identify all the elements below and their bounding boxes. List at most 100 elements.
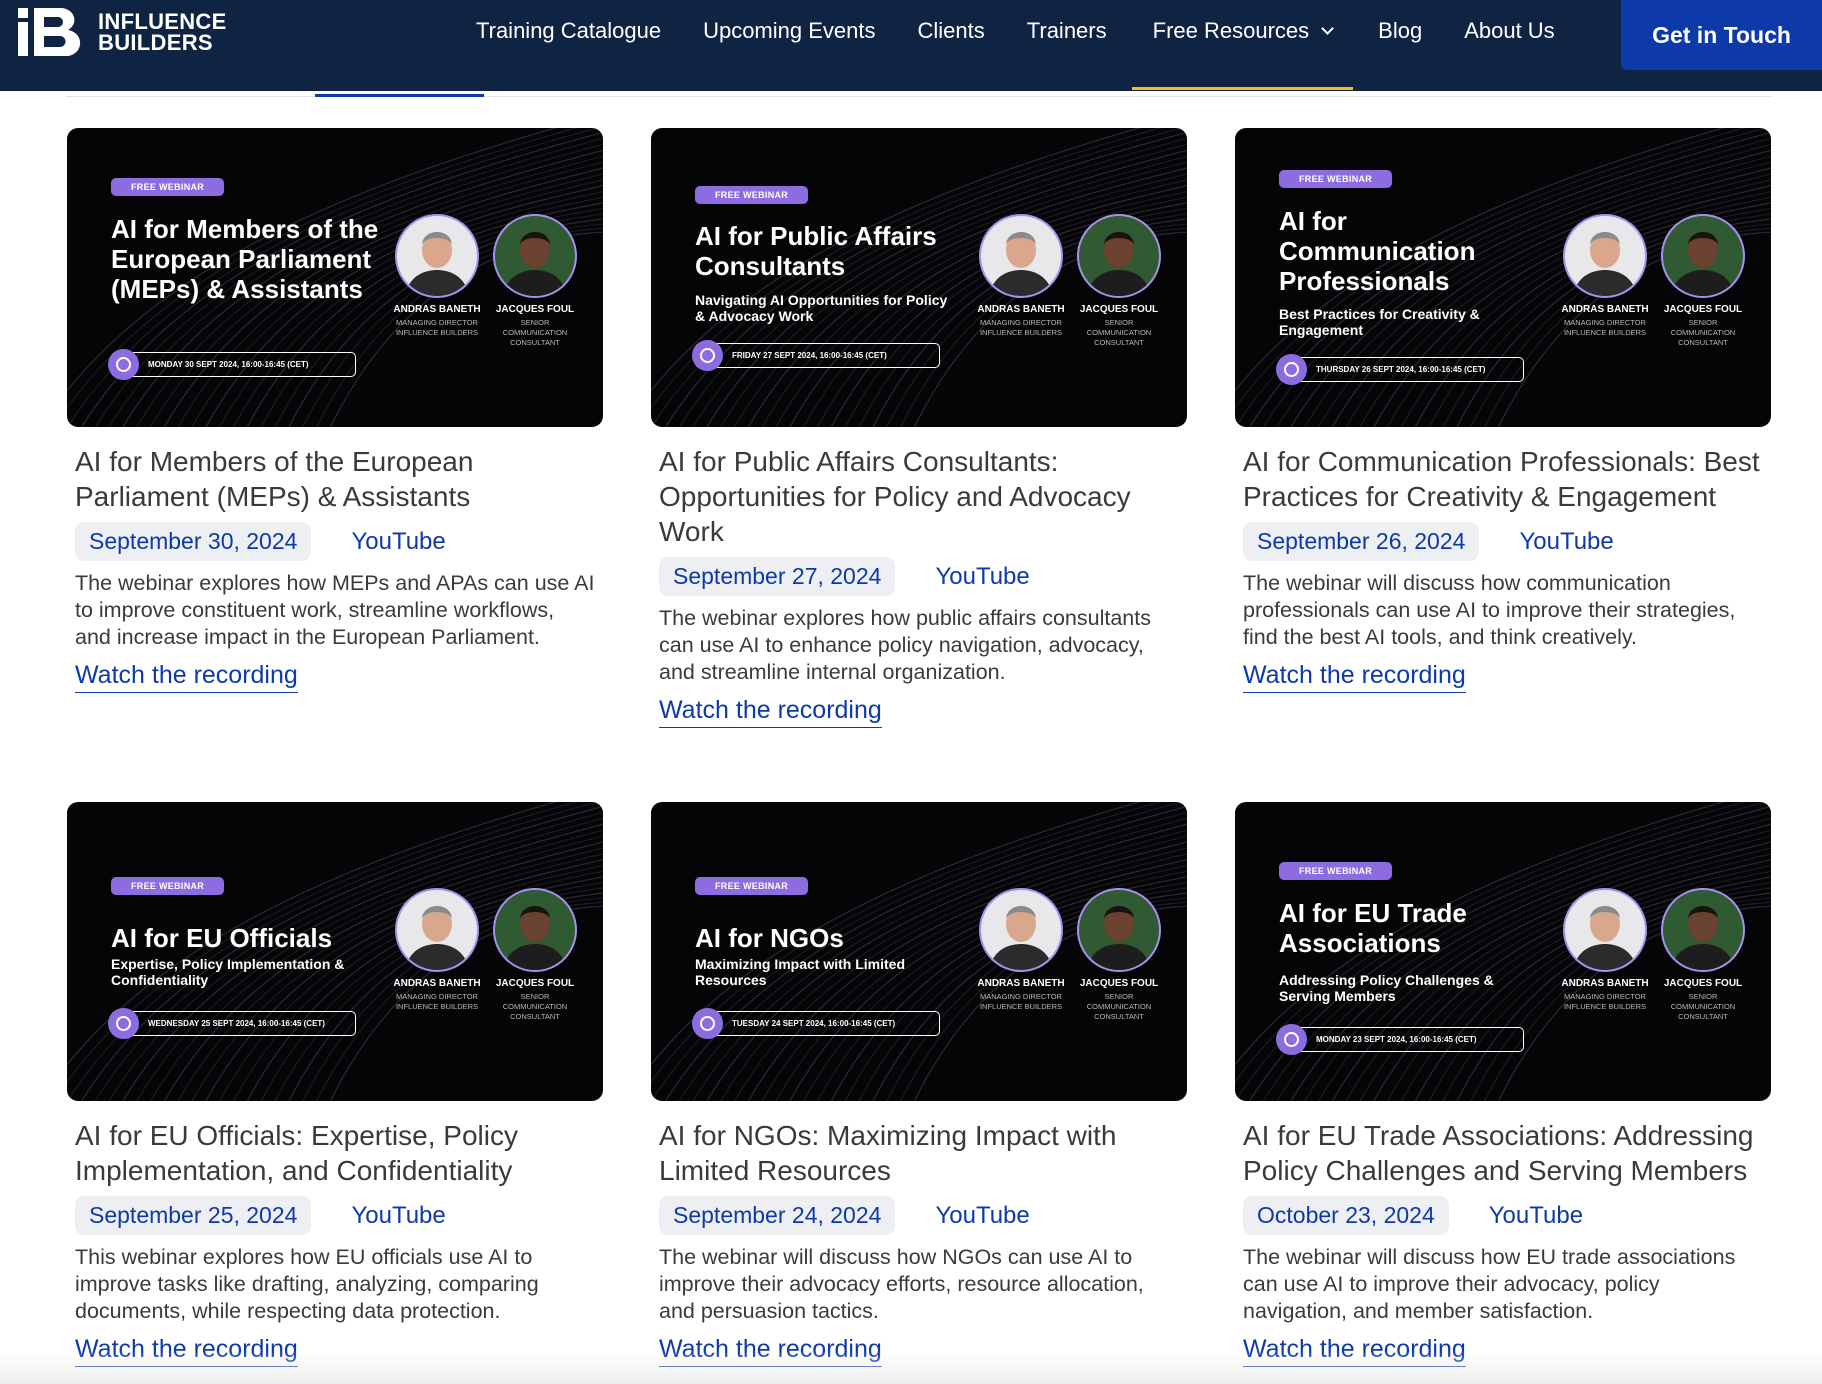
thumbnail-subtitle: Maximizing Impact with Limited Resources: [695, 956, 906, 988]
clock-icon: [692, 1008, 723, 1039]
watch-recording-link[interactable]: Watch the recording: [1243, 658, 1466, 693]
nav-clients[interactable]: Clients: [897, 0, 1006, 62]
resource-source-link[interactable]: YouTube: [935, 1202, 1029, 1230]
thumbnail-date-pill: FRIDAY 27 SEPT 2024, 16:00-16:45 (CET): [692, 340, 940, 371]
free-webinar-badge: FREE WEBINAR: [695, 186, 809, 204]
watch-recording-link[interactable]: Watch the recording: [75, 658, 298, 693]
speaker-avatar: [395, 888, 479, 972]
resource-title[interactable]: AI for EU Officials: Expertise, Policy I…: [75, 1118, 595, 1188]
speaker-andras: ANDRAS BANETH MANAGING DIRECTOR INFLUENC…: [385, 214, 489, 338]
speaker-avatar: [1077, 214, 1161, 298]
thumbnail-title: AI for EU Officials: [111, 923, 333, 953]
portrait-icon: [1573, 906, 1637, 970]
resource-description: The webinar explores how MEPs and APAs c…: [75, 571, 595, 649]
speaker-role: MANAGING DIRECTOR INFLUENCE BUILDERS: [1563, 318, 1647, 337]
resource-meta: September 26, 2024 YouTube: [1243, 522, 1771, 561]
speaker-avatar: [1661, 888, 1745, 972]
resource-title[interactable]: AI for Public Affairs Consultants: Oppor…: [659, 444, 1179, 549]
logo-text-line2: BUILDERS: [98, 30, 213, 55]
speaker-role: MANAGING DIRECTOR INFLUENCE BUILDERS: [395, 318, 479, 337]
speaker-jacques: JACQUES FOUL SENIOR COMMUNICATION CONSUL…: [1651, 888, 1755, 1022]
nav-label: Training Catalogue: [476, 18, 662, 43]
speaker-name: JACQUES FOUL: [495, 978, 575, 989]
logo-wordmark: INFLUENCE BUILDERS: [98, 11, 227, 55]
watch-recording-link[interactable]: Watch the recording: [1243, 1332, 1466, 1367]
resource-title[interactable]: AI for Communication Professionals: Best…: [1243, 444, 1763, 514]
resource-meta: September 27, 2024 YouTube: [659, 557, 1187, 596]
thumbnail-date-pill: MONDAY 23 SEPT 2024, 16:00-16:45 (CET): [1276, 1024, 1524, 1055]
speaker-name: ANDRAS BANETH: [977, 304, 1065, 315]
clock-icon: [1276, 1024, 1307, 1055]
nav-about-us[interactable]: About Us: [1443, 0, 1576, 62]
speaker-role: MANAGING DIRECTOR INFLUENCE BUILDERS: [979, 992, 1063, 1011]
speaker-role: SENIOR COMMUNICATION CONSULTANT: [1670, 318, 1736, 347]
webinar-thumbnail[interactable]: FREE WEBINAR AI for Communication Profes…: [1235, 128, 1771, 427]
speaker-andras: ANDRAS BANETH MANAGING DIRECTOR INFLUENC…: [1553, 214, 1657, 338]
chevron-down-icon: [1321, 21, 1335, 35]
speaker-avatar: [493, 214, 577, 298]
speaker-role: SENIOR COMMUNICATION CONSULTANT: [1086, 992, 1152, 1021]
speaker-name: JACQUES FOUL: [1663, 978, 1743, 989]
resource-source-link[interactable]: YouTube: [935, 563, 1029, 591]
webinar-thumbnail[interactable]: FREE WEBINAR AI for Members of the Europ…: [67, 128, 603, 427]
resource-source-link[interactable]: YouTube: [1519, 528, 1613, 556]
speaker-andras: ANDRAS BANETH MANAGING DIRECTOR INFLUENC…: [1553, 888, 1657, 1012]
resource-title[interactable]: AI for NGOs: Maximizing Impact with Limi…: [659, 1118, 1179, 1188]
free-webinar-badge: FREE WEBINAR: [1279, 862, 1393, 880]
resource-description: The webinar will discuss how communicati…: [1243, 571, 1736, 649]
nav-trainers[interactable]: Trainers: [1006, 0, 1128, 62]
webinar-thumbnail[interactable]: FREE WEBINAR AI for EU Trade Association…: [1235, 802, 1771, 1101]
speaker-role: SENIOR COMMUNICATION CONSULTANT: [502, 992, 568, 1021]
nav-upcoming-events[interactable]: Upcoming Events: [682, 0, 896, 62]
thumbnail-date-text: THURSDAY 26 SEPT 2024, 16:00-16:45 (CET): [1316, 365, 1486, 374]
webinar-thumbnail[interactable]: FREE WEBINAR AI for Public Affairs Consu…: [651, 128, 1187, 427]
free-webinar-badge: FREE WEBINAR: [695, 877, 809, 895]
portrait-icon: [405, 232, 469, 296]
thumbnail-date-text: WEDNESDAY 25 SEPT 2024, 16:00-16:45 (CET…: [148, 1019, 325, 1028]
nav-label: Trainers: [1026, 18, 1107, 43]
main-nav: Training Catalogue Upcoming Events Clien…: [455, 0, 1576, 90]
nav-training-catalogue[interactable]: Training Catalogue: [455, 0, 682, 62]
resource-description: The webinar will discuss how EU trade as…: [1243, 1245, 1736, 1323]
site-logo[interactable]: INFLUENCE BUILDERS: [18, 8, 227, 56]
webinar-thumbnail[interactable]: FREE WEBINAR AI for NGOs Maximizing Impa…: [651, 802, 1187, 1101]
nav-label: About Us: [1464, 18, 1555, 43]
speaker-avatar: [1661, 214, 1745, 298]
thumbnail-date-pill: THURSDAY 26 SEPT 2024, 16:00-16:45 (CET): [1276, 354, 1524, 385]
thumbnail-date-pill: MONDAY 30 SEPT 2024, 16:00-16:45 (CET): [108, 349, 356, 380]
portrait-icon: [1671, 906, 1735, 970]
thumbnail-subtitle: Expertise, Policy Implementation & Confi…: [111, 956, 345, 988]
resource-source-link[interactable]: YouTube: [1489, 1202, 1583, 1230]
clock-icon: [108, 1008, 139, 1039]
watch-recording-link[interactable]: Watch the recording: [659, 1332, 882, 1367]
resource-title[interactable]: AI for EU Trade Associations: Addressing…: [1243, 1118, 1763, 1188]
speaker-name: JACQUES FOUL: [495, 304, 575, 315]
speaker-name: ANDRAS BANETH: [393, 304, 481, 315]
clock-icon: [1276, 354, 1307, 385]
resource-title[interactable]: AI for Members of the European Parliamen…: [75, 444, 595, 514]
speaker-avatar: [493, 888, 577, 972]
speaker-role: SENIOR COMMUNICATION CONSULTANT: [502, 318, 568, 347]
free-webinar-badge: FREE WEBINAR: [111, 877, 225, 895]
speaker-name: ANDRAS BANETH: [1561, 304, 1649, 315]
resource-source-link[interactable]: YouTube: [351, 528, 445, 556]
nav-blog[interactable]: Blog: [1357, 0, 1443, 62]
free-webinar-badge: FREE WEBINAR: [111, 178, 225, 196]
nav-label: Clients: [917, 18, 985, 43]
watch-recording-link[interactable]: Watch the recording: [75, 1332, 298, 1367]
get-in-touch-button[interactable]: Get in Touch: [1621, 0, 1822, 70]
speaker-jacques: JACQUES FOUL SENIOR COMMUNICATION CONSUL…: [1651, 214, 1755, 348]
thumbnail-date-text: TUESDAY 24 SEPT 2024, 16:00-16:45 (CET): [732, 1019, 896, 1028]
site-header: INFLUENCE BUILDERS Training Catalogue Up…: [0, 0, 1822, 91]
speaker-jacques: JACQUES FOUL SENIOR COMMUNICATION CONSUL…: [1067, 214, 1171, 348]
resource-description: The webinar will discuss how NGOs can us…: [659, 1245, 1144, 1323]
resource-description: This webinar explores how EU officials u…: [75, 1245, 539, 1323]
resource-source-link[interactable]: YouTube: [351, 1202, 445, 1230]
speaker-jacques: JACQUES FOUL SENIOR COMMUNICATION CONSUL…: [483, 888, 587, 1022]
filter-tab-active-indicator: [315, 94, 484, 97]
nav-label: Free Resources: [1152, 18, 1310, 43]
watch-recording-link[interactable]: Watch the recording: [659, 693, 882, 728]
speaker-avatar: [979, 888, 1063, 972]
nav-free-resources[interactable]: Free Resources: [1131, 0, 1354, 90]
webinar-thumbnail[interactable]: FREE WEBINAR AI for EU Officials Experti…: [67, 802, 603, 1101]
